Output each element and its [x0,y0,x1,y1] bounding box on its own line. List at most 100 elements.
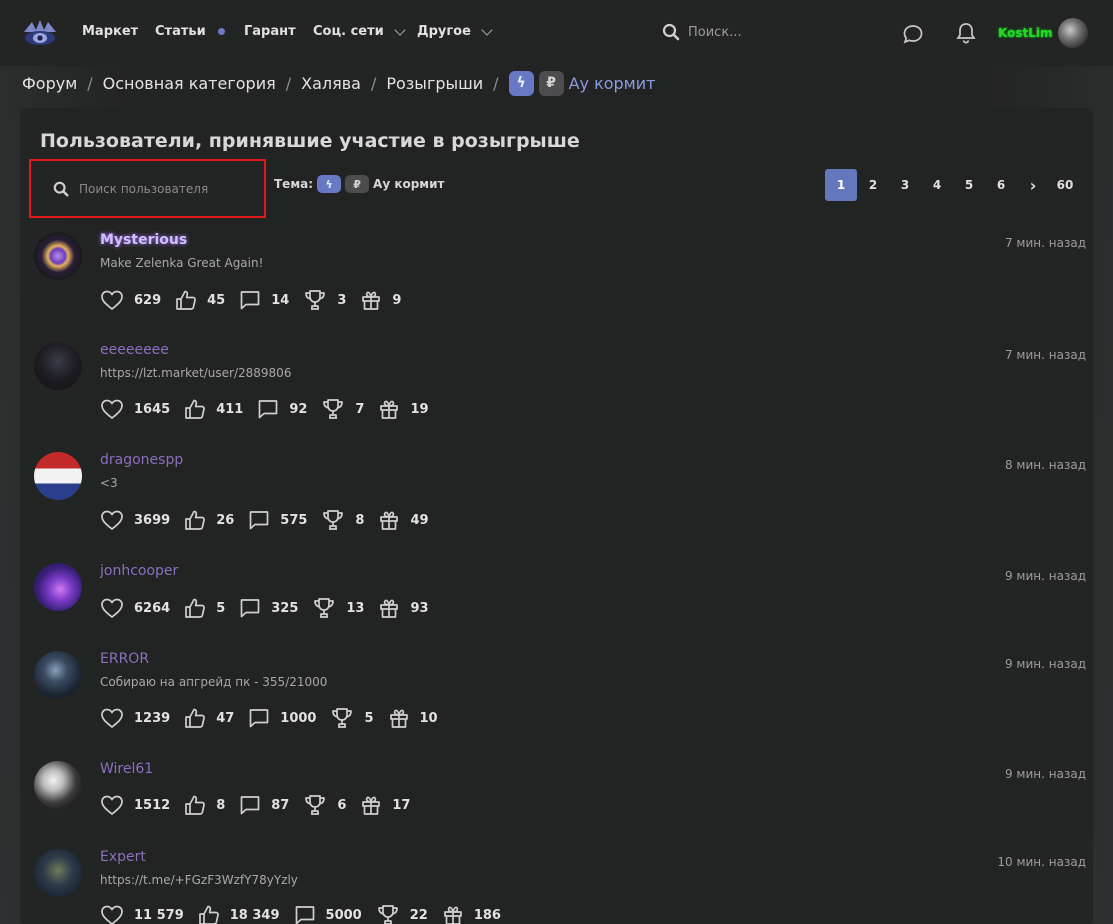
avatar[interactable] [34,563,82,611]
thumbs-count: 26 [216,512,235,528]
current-user-avatar[interactable] [1058,18,1088,48]
trophies-stat: 3 [303,288,346,312]
nav-guarantor-label: Гарант [244,24,296,39]
trophies-count: 6 [337,797,347,813]
likes-count: 3699 [134,512,171,528]
page-button-1[interactable]: 1 [825,169,857,201]
nav-social-dropdown[interactable]: Соц. сети [313,23,406,39]
participant-username[interactable]: Mysterious [100,232,187,248]
page-button-6[interactable]: 6 [985,169,1017,201]
page-button-3[interactable]: 3 [889,169,921,201]
global-search-placeholder: Поиск... [688,24,742,40]
thumbs-up-icon [198,905,219,924]
page-button-4[interactable]: 4 [921,169,953,201]
breadcrumb-main-category[interactable]: Основная категория [103,74,276,93]
gift-icon [362,796,381,815]
likes-stat: 1645 [100,398,170,420]
gifts-count: 10 [419,710,438,726]
participant-time: 8 мин. назад [1004,458,1086,472]
top-navigation-bar: Маркет Статьи Гарант Соц. сети Другое По… [0,0,1113,66]
page-button-5[interactable]: 5 [953,169,985,201]
participant-username[interactable]: dragonespp [100,452,183,468]
participant-status: https://lzt.market/user/2889806 [100,366,292,380]
global-search[interactable]: Поиск... [662,23,742,41]
participant-username[interactable]: Expert [100,849,146,865]
likes-count: 629 [134,292,162,308]
trophy-icon [305,290,326,310]
trophies-stat: 8 [321,508,364,532]
participant-username[interactable]: ERROR [100,651,149,667]
heart-icon [101,399,123,420]
breadcrumb-separator: / [285,73,292,93]
page-button-2[interactable]: 2 [857,169,889,201]
breadcrumb-separator: / [370,73,377,93]
message-icon [258,400,278,419]
avatar[interactable] [34,761,82,809]
nav-articles[interactable]: Статьи [155,24,225,39]
trophies-stat: 5 [330,706,374,730]
avatar[interactable] [34,342,82,390]
gift-icon [443,906,462,924]
messages-count: 87 [271,797,290,813]
search-icon [662,23,680,41]
thumbs-stat: 5 [184,597,225,619]
participant-username[interactable]: eeeeeeee [100,342,169,358]
breadcrumb: Форум / Основная категория / Халява / Ро… [22,70,656,96]
messages-stat: 575 [248,509,307,531]
gifts-stat: 19 [378,398,429,420]
ruble-badge-icon: ₽ [538,70,564,96]
avatar[interactable] [34,232,82,280]
participant-time: 7 мин. назад [1004,236,1086,250]
thumbs-stat: 47 [184,707,234,729]
trophies-stat: 22 [376,903,428,924]
nav-guarantor[interactable]: Гарант [244,24,296,39]
chevron-down-icon [394,23,406,36]
theme-thread-link[interactable]: Ау кормит [373,177,444,191]
lightning-badge-icon: ϟ [508,70,534,96]
heart-icon [101,708,123,729]
nav-market[interactable]: Маркет [82,24,138,39]
participant-username[interactable]: jonhcooper [100,563,178,579]
heart-icon [101,290,123,311]
likes-count: 1645 [134,401,171,417]
thumbs-stat: 8 [184,794,225,816]
participant-row: Mysterious Make Zelenka Great Again! 7 м… [34,232,1086,312]
user-search-box[interactable] [29,159,266,218]
gifts-stat: 49 [378,509,429,531]
avatar[interactable] [34,651,82,699]
likes-count: 1239 [134,710,171,726]
thumbs-stat: 45 [175,289,225,311]
trophies-count: 5 [364,710,374,726]
bell-icon[interactable] [955,21,977,45]
breadcrumb-current-thread[interactable]: Ау кормит [569,74,656,93]
trophy-icon [305,795,326,815]
breadcrumb-giveaways[interactable]: Розыгрыши [386,74,483,93]
next-page-button[interactable]: › [1017,169,1049,201]
participant-status: <3 [100,476,118,490]
site-logo-icon[interactable] [22,18,58,48]
messages-count: 325 [271,600,299,616]
breadcrumb-freebies[interactable]: Халява [301,74,361,93]
avatar[interactable] [34,452,82,500]
nav-other-dropdown[interactable]: Другое [417,23,493,39]
breadcrumb-forum[interactable]: Форум [22,74,77,93]
last-page-button[interactable]: 60 [1049,169,1081,201]
participant-time: 7 мин. назад [1004,348,1086,362]
thumbs-count: 5 [216,600,226,616]
thumbs-up-icon [185,795,206,815]
user-search-input[interactable] [79,181,259,196]
participant-username[interactable]: Wirel61 [100,761,153,777]
ruble-badge-icon: ₽ [345,175,370,193]
thumbs-stat: 411 [184,398,243,420]
participant-stats: 629 45 14 3 9 [100,288,415,312]
chat-icon[interactable] [902,23,924,45]
participant-stats: 6264 5 325 13 93 [100,596,443,620]
gifts-stat: 9 [360,289,401,311]
current-username[interactable]: KostLim [998,26,1052,40]
thumbs-count: 8 [216,797,226,813]
likes-count: 1512 [134,797,171,813]
gifts-count: 17 [392,797,411,813]
messages-stat: 92 [257,398,307,420]
breadcrumb-separator: / [493,73,499,93]
avatar[interactable] [34,849,82,897]
